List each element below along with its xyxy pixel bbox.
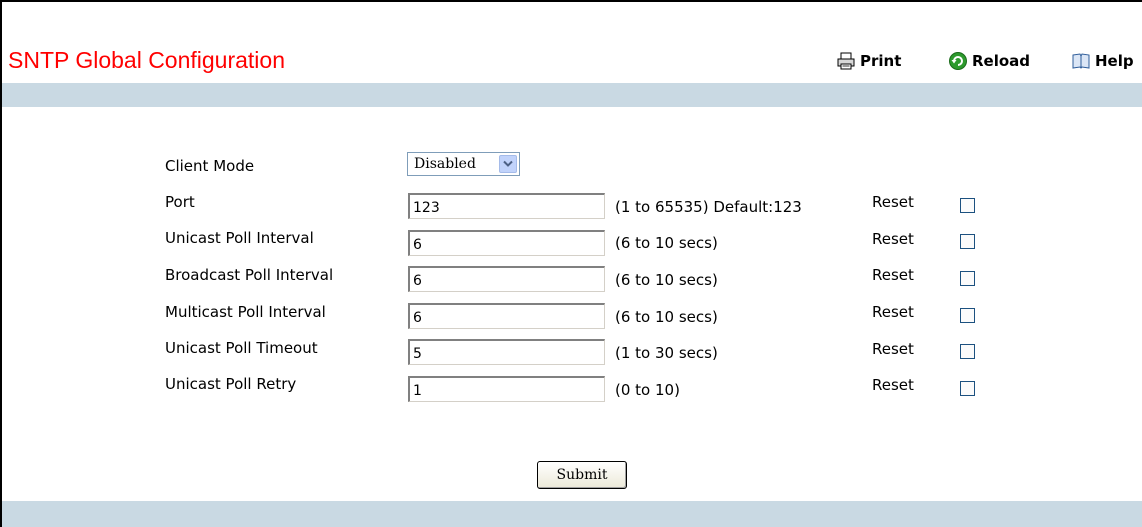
- broadcast-poll-interval-range-hint: (6 to 10 secs): [615, 271, 718, 289]
- broadcast-poll-interval-input[interactable]: 6: [408, 266, 605, 292]
- port-reset-label: Reset: [872, 193, 914, 211]
- help-label: Help: [1095, 52, 1134, 70]
- broadcast-poll-interval-label: Broadcast Poll Interval: [165, 266, 334, 284]
- multicast-poll-interval-range-hint: (6 to 10 secs): [615, 308, 718, 326]
- broadcast-poll-interval-reset-checkbox[interactable]: [960, 271, 975, 286]
- page-title: SNTP Global Configuration: [8, 47, 285, 73]
- submit-label: Submit: [556, 467, 608, 483]
- multicast-poll-interval-input[interactable]: 6: [408, 303, 605, 329]
- multicast-poll-interval-reset-checkbox[interactable]: [960, 308, 975, 323]
- multicast-poll-interval-label: Multicast Poll Interval: [165, 303, 326, 321]
- port-reset-checkbox[interactable]: [960, 198, 975, 213]
- print-button[interactable]: Print: [836, 50, 901, 72]
- unicast-poll-retry-label: Unicast Poll Retry: [165, 375, 297, 393]
- unicast-poll-timeout-label: Unicast Poll Timeout: [165, 339, 318, 357]
- unicast-poll-interval-input[interactable]: 6: [408, 230, 605, 256]
- reload-icon: [948, 51, 968, 71]
- port-label: Port: [165, 193, 195, 211]
- submit-button[interactable]: Submit: [537, 461, 627, 489]
- client-mode-value: Disabled: [414, 156, 476, 172]
- unicast-poll-retry-input[interactable]: 1: [408, 376, 605, 402]
- multicast-poll-interval-reset-label: Reset: [872, 303, 914, 321]
- port-range-hint: (1 to 65535) Default:123: [615, 198, 802, 216]
- help-button[interactable]: Help: [1071, 50, 1134, 72]
- chevron-down-icon[interactable]: [499, 155, 517, 173]
- client-mode-select[interactable]: Disabled: [407, 152, 520, 176]
- client-mode-label: Client Mode: [165, 157, 255, 175]
- unicast-poll-timeout-input[interactable]: 5: [408, 339, 605, 365]
- unicast-poll-retry-range-hint: (0 to 10): [615, 381, 680, 399]
- broadcast-poll-interval-reset-label: Reset: [872, 266, 914, 284]
- unicast-poll-interval-reset-checkbox[interactable]: [960, 234, 975, 249]
- unicast-poll-timeout-reset-label: Reset: [872, 340, 914, 358]
- unicast-poll-retry-reset-label: Reset: [872, 376, 914, 394]
- help-book-icon: [1071, 51, 1091, 71]
- unicast-poll-interval-reset-label: Reset: [872, 230, 914, 248]
- unicast-poll-retry-reset-checkbox[interactable]: [960, 381, 975, 396]
- unicast-poll-interval-range-hint: (6 to 10 secs): [615, 234, 718, 252]
- unicast-poll-interval-label: Unicast Poll Interval: [165, 229, 314, 247]
- unicast-poll-timeout-range-hint: (1 to 30 secs): [615, 344, 718, 362]
- print-label: Print: [860, 52, 902, 70]
- port-input[interactable]: 123: [408, 193, 605, 219]
- unicast-poll-timeout-reset-checkbox[interactable]: [960, 344, 975, 359]
- reload-label: Reload: [972, 52, 1031, 70]
- reload-button[interactable]: Reload: [948, 50, 1030, 72]
- printer-icon: [836, 51, 856, 71]
- header-band: [2, 83, 1142, 107]
- footer-band: [2, 501, 1142, 527]
